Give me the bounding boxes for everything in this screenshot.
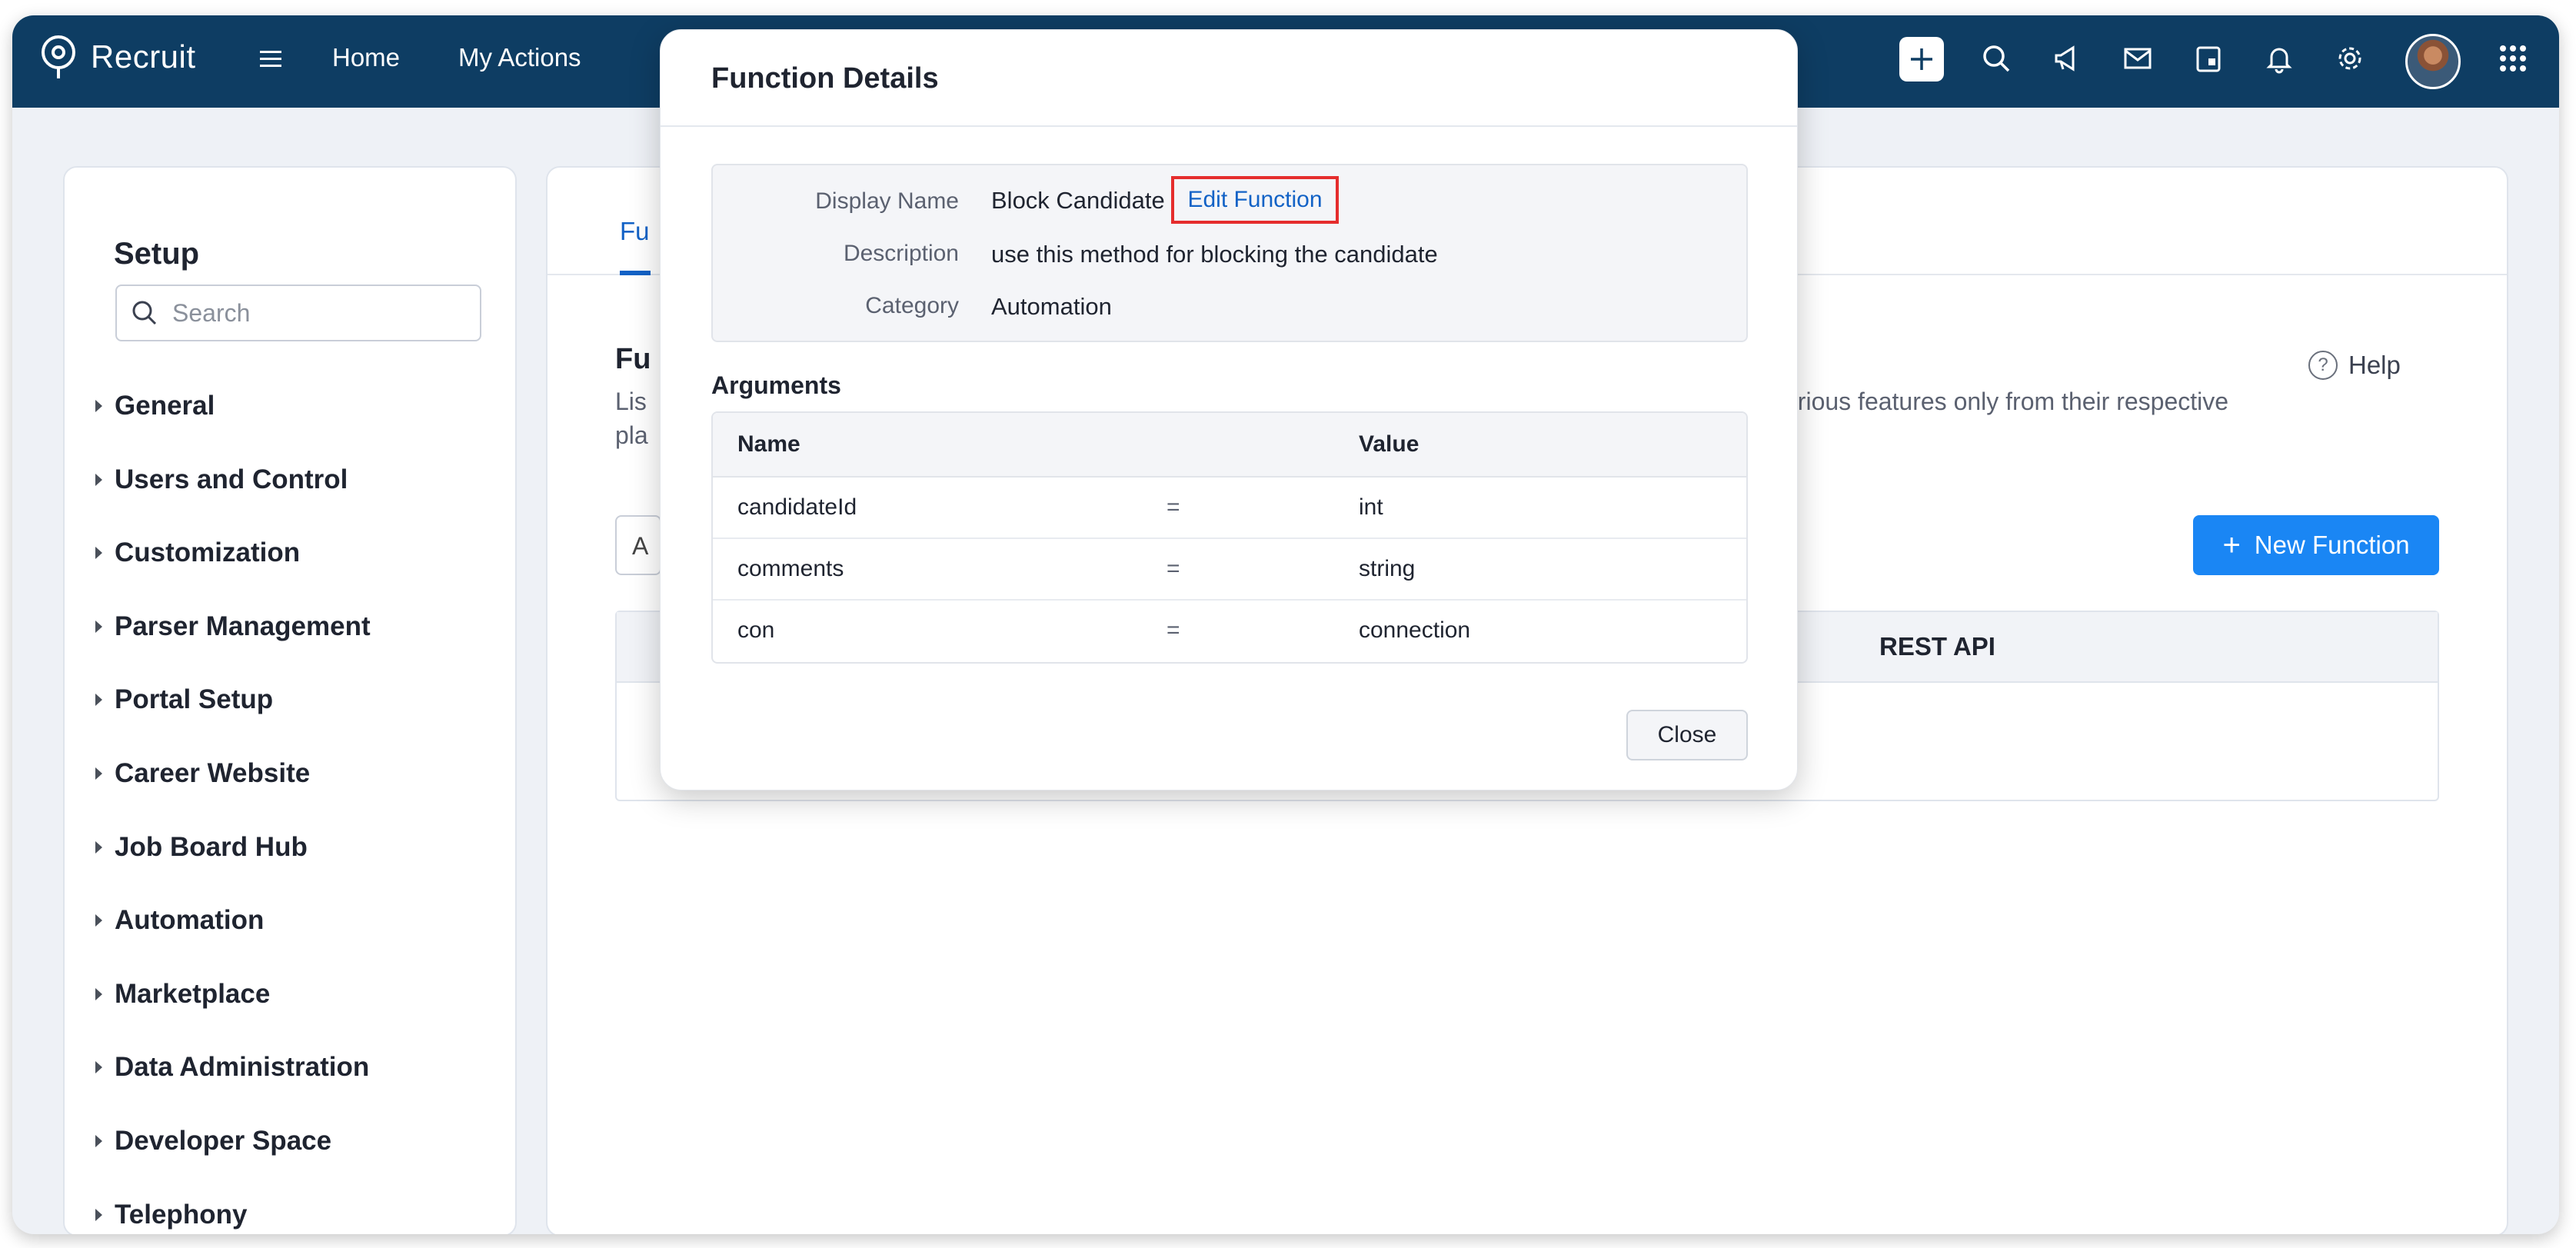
page-title: Fu xyxy=(615,343,651,375)
gear-icon[interactable] xyxy=(2325,34,2375,83)
expand-arrow-icon xyxy=(95,767,102,780)
arguments-title: Arguments xyxy=(711,371,841,399)
sidebar-item-telephony[interactable]: Telephony xyxy=(95,1200,247,1230)
display-name-value: Block Candidate xyxy=(991,187,1165,214)
arguments-table-header: Name Value xyxy=(713,413,1746,478)
column-header-rest-api: REST API xyxy=(1879,632,1995,661)
sidebar-item-data-administration[interactable]: Data Administration xyxy=(95,1052,369,1083)
brand-logo[interactable]: Recruit xyxy=(38,34,196,80)
nav-home[interactable]: Home xyxy=(332,43,400,72)
page-description-line-1: Lis xyxy=(615,388,647,415)
argument-value: int xyxy=(1359,494,1383,520)
expand-arrow-icon xyxy=(95,1209,102,1221)
help-label: Help xyxy=(2348,351,2401,379)
sidebar-search[interactable] xyxy=(115,285,481,341)
setup-sidebar: Setup General Users and Control Customiz… xyxy=(63,166,517,1234)
edit-function-label: Edit Function xyxy=(1187,187,1323,212)
sidebar-search-input[interactable] xyxy=(172,298,464,328)
argument-equals: = xyxy=(1167,494,1180,520)
mail-icon[interactable] xyxy=(2113,34,2162,83)
app-window: Recruit Home My Actions Setup Search Gen… xyxy=(12,15,2559,1234)
new-function-label: New Function xyxy=(2254,531,2410,559)
modal-title: Function Details xyxy=(711,62,939,95)
search-icon xyxy=(132,301,157,325)
help-icon: ? xyxy=(2308,351,2338,380)
help-link[interactable]: ? Help xyxy=(2308,351,2401,380)
expand-arrow-icon xyxy=(95,841,102,854)
apps-grid-icon[interactable] xyxy=(2488,34,2538,83)
plus-icon: + xyxy=(2222,527,2241,562)
sidebar-item-marketplace[interactable]: Marketplace xyxy=(95,979,270,1010)
sidebar-item-portal-setup[interactable]: Portal Setup xyxy=(95,684,273,715)
expand-arrow-icon xyxy=(95,1061,102,1073)
argument-name: comments xyxy=(737,556,844,581)
argument-value: connection xyxy=(1359,617,1471,643)
table-row: candidateId = int xyxy=(713,478,1746,539)
sidebar-item-job-board-hub[interactable]: Job Board Hub xyxy=(95,832,308,863)
expand-arrow-icon xyxy=(95,694,102,706)
page-description-right: arious features only from their respecti… xyxy=(1784,388,2229,415)
description-value: use this method for blocking the candida… xyxy=(991,241,1438,268)
table-row: con = connection xyxy=(713,601,1746,662)
search-icon[interactable] xyxy=(1972,34,2021,83)
column-header-name: Name xyxy=(737,431,800,457)
close-button[interactable]: Close xyxy=(1626,710,1748,760)
page-description-line-2: pla xyxy=(615,421,648,449)
new-function-button[interactable]: + New Function xyxy=(2193,515,2439,575)
megaphone-icon[interactable] xyxy=(2042,34,2092,83)
tab-functions[interactable]: Fu xyxy=(620,217,650,246)
expand-arrow-icon xyxy=(95,621,102,633)
argument-equals: = xyxy=(1167,617,1180,643)
edit-function-link[interactable]: Edit Function xyxy=(1171,176,1339,224)
expand-arrow-icon xyxy=(95,400,102,412)
expand-arrow-icon xyxy=(95,914,102,927)
bell-icon[interactable] xyxy=(2255,34,2304,83)
table-row: comments = string xyxy=(713,539,1746,601)
sidebar-item-general[interactable]: General xyxy=(95,391,215,421)
recruit-logo-icon xyxy=(42,35,75,78)
modal-header: Function Details xyxy=(661,30,1797,127)
category-value: Automation xyxy=(991,293,1112,320)
nav-my-actions[interactable]: My Actions xyxy=(458,43,581,72)
hamburger-menu-icon[interactable] xyxy=(255,43,286,78)
argument-value: string xyxy=(1359,556,1416,581)
expand-arrow-icon xyxy=(95,1135,102,1147)
expand-arrow-icon xyxy=(95,547,102,559)
display-name-label: Display Name xyxy=(815,188,959,214)
filter-dropdown[interactable]: A xyxy=(615,515,661,575)
function-details-modal: Function Details Display Name Block Cand… xyxy=(660,29,1798,790)
arguments-table: Name Value candidateId = int comments = … xyxy=(711,411,1748,664)
argument-name: con xyxy=(737,617,775,643)
argument-name: candidateId xyxy=(737,494,857,520)
sidebar-item-parser-management[interactable]: Parser Management xyxy=(95,611,371,642)
argument-equals: = xyxy=(1167,556,1180,581)
brand-name: Recruit xyxy=(91,38,196,75)
description-label: Description xyxy=(843,241,959,266)
expand-arrow-icon xyxy=(95,474,102,486)
sidebar-item-developer-space[interactable]: Developer Space xyxy=(95,1126,331,1156)
function-detail-box: Display Name Block Candidate Edit Functi… xyxy=(711,164,1748,342)
category-label: Category xyxy=(865,293,959,318)
plus-icon[interactable] xyxy=(1899,37,1944,82)
calendar-icon[interactable] xyxy=(2184,34,2233,83)
sidebar-title: Setup xyxy=(114,237,200,271)
tab-active-indicator xyxy=(620,271,651,275)
sidebar-item-automation[interactable]: Automation xyxy=(95,905,264,936)
column-header-value: Value xyxy=(1359,431,1419,457)
sidebar-item-customization[interactable]: Customization xyxy=(95,537,300,568)
avatar[interactable] xyxy=(2405,34,2461,89)
sidebar-item-career-website[interactable]: Career Website xyxy=(95,758,310,789)
sidebar-item-users-and-control[interactable]: Users and Control xyxy=(95,464,348,495)
expand-arrow-icon xyxy=(95,988,102,1000)
